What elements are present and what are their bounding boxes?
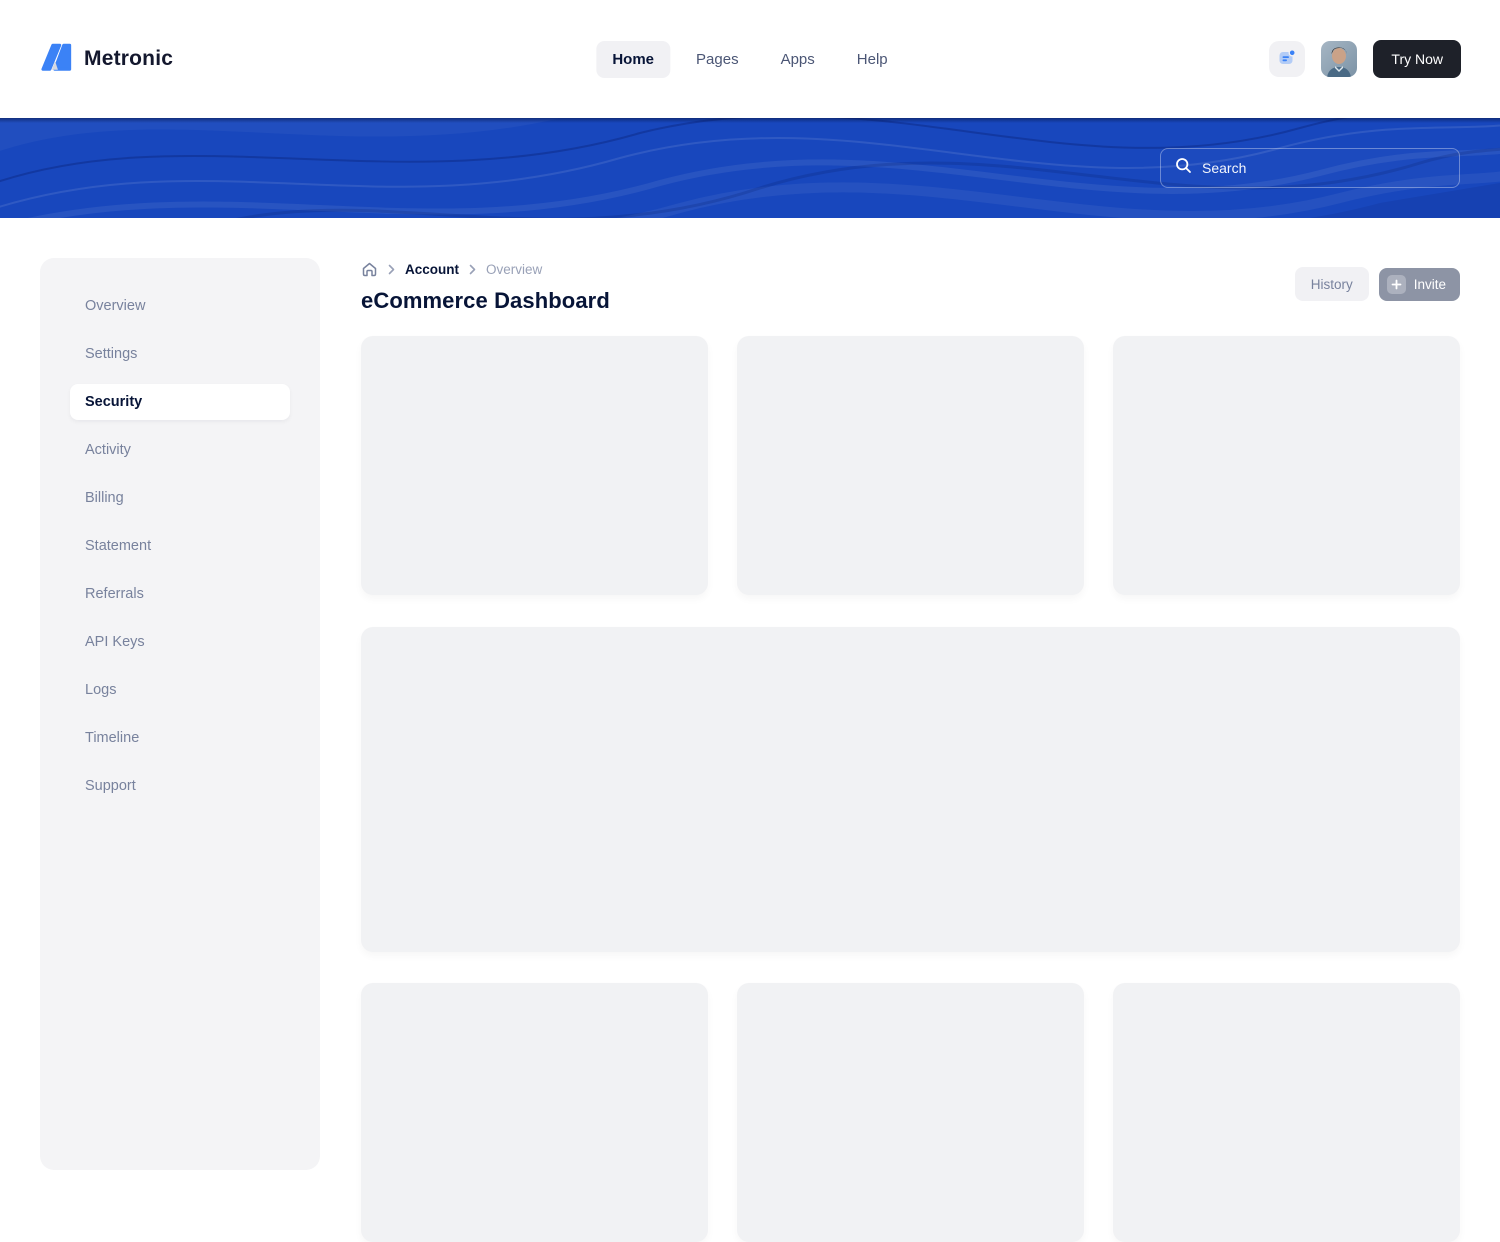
sidebar-item-settings[interactable]: Settings [70,330,290,378]
notifications-button[interactable] [1269,41,1305,77]
page-title: eCommerce Dashboard [361,288,610,314]
sidebar-item-security[interactable]: Security [70,384,290,420]
brand-name: Metronic [84,47,173,71]
try-now-button[interactable]: Try Now [1373,40,1461,78]
breadcrumb-overview: Overview [486,262,542,277]
invite-button[interactable]: Invite [1379,268,1460,301]
page-actions: History Invite [1295,267,1460,301]
sidebar-item-timeline[interactable]: Timeline [70,714,290,762]
breadcrumb: Account Overview [361,261,542,278]
chevron-right-icon [386,264,397,275]
placeholder-card [361,336,708,595]
placeholder-card [737,336,1084,595]
home-icon[interactable] [361,261,378,278]
sidebar-item-statement[interactable]: Statement [70,522,290,570]
nav-item-help[interactable]: Help [841,41,904,78]
top-header: Metronic Home Pages Apps Help [0,0,1500,118]
nav-item-pages[interactable]: Pages [680,41,755,78]
brand-logo[interactable]: Metronic [40,0,173,118]
invite-button-label: Invite [1414,277,1446,292]
page: Metronic Home Pages Apps Help [0,0,1500,1200]
sidebar-item-api-keys[interactable]: API Keys [70,618,290,666]
search-box[interactable] [1160,148,1460,188]
sidebar-item-activity[interactable]: Activity [70,426,290,474]
placeholder-card [1113,983,1460,1242]
sidebar-item-referrals[interactable]: Referrals [70,570,290,618]
search-input[interactable] [1202,160,1445,176]
header-right-cluster: Try Now [1269,0,1461,118]
chevron-right-icon [467,264,478,275]
sidebar-item-billing[interactable]: Billing [70,474,290,522]
placeholder-card-wide [361,627,1460,952]
banner-top-shadow [0,118,1500,123]
main-nav: Home Pages Apps Help [596,0,903,118]
hero-banner [0,118,1500,218]
sidebar-item-overview[interactable]: Overview [70,282,290,330]
placeholder-card [737,983,1084,1242]
breadcrumb-account[interactable]: Account [405,262,459,277]
nav-item-home[interactable]: Home [596,41,670,78]
sidebar-item-support[interactable]: Support [70,762,290,810]
nav-item-apps[interactable]: Apps [765,41,831,78]
plus-icon [1387,275,1406,294]
search-icon [1175,157,1192,179]
placeholder-card [1113,336,1460,595]
user-avatar[interactable] [1321,41,1357,77]
sidebar-item-logs[interactable]: Logs [70,666,290,714]
placeholder-card [361,983,708,1242]
account-sidebar: Overview Settings Security Activity Bill… [40,258,320,1170]
chat-message-icon [1276,47,1298,72]
history-button[interactable]: History [1295,267,1369,301]
metronic-logo-icon [40,40,74,79]
